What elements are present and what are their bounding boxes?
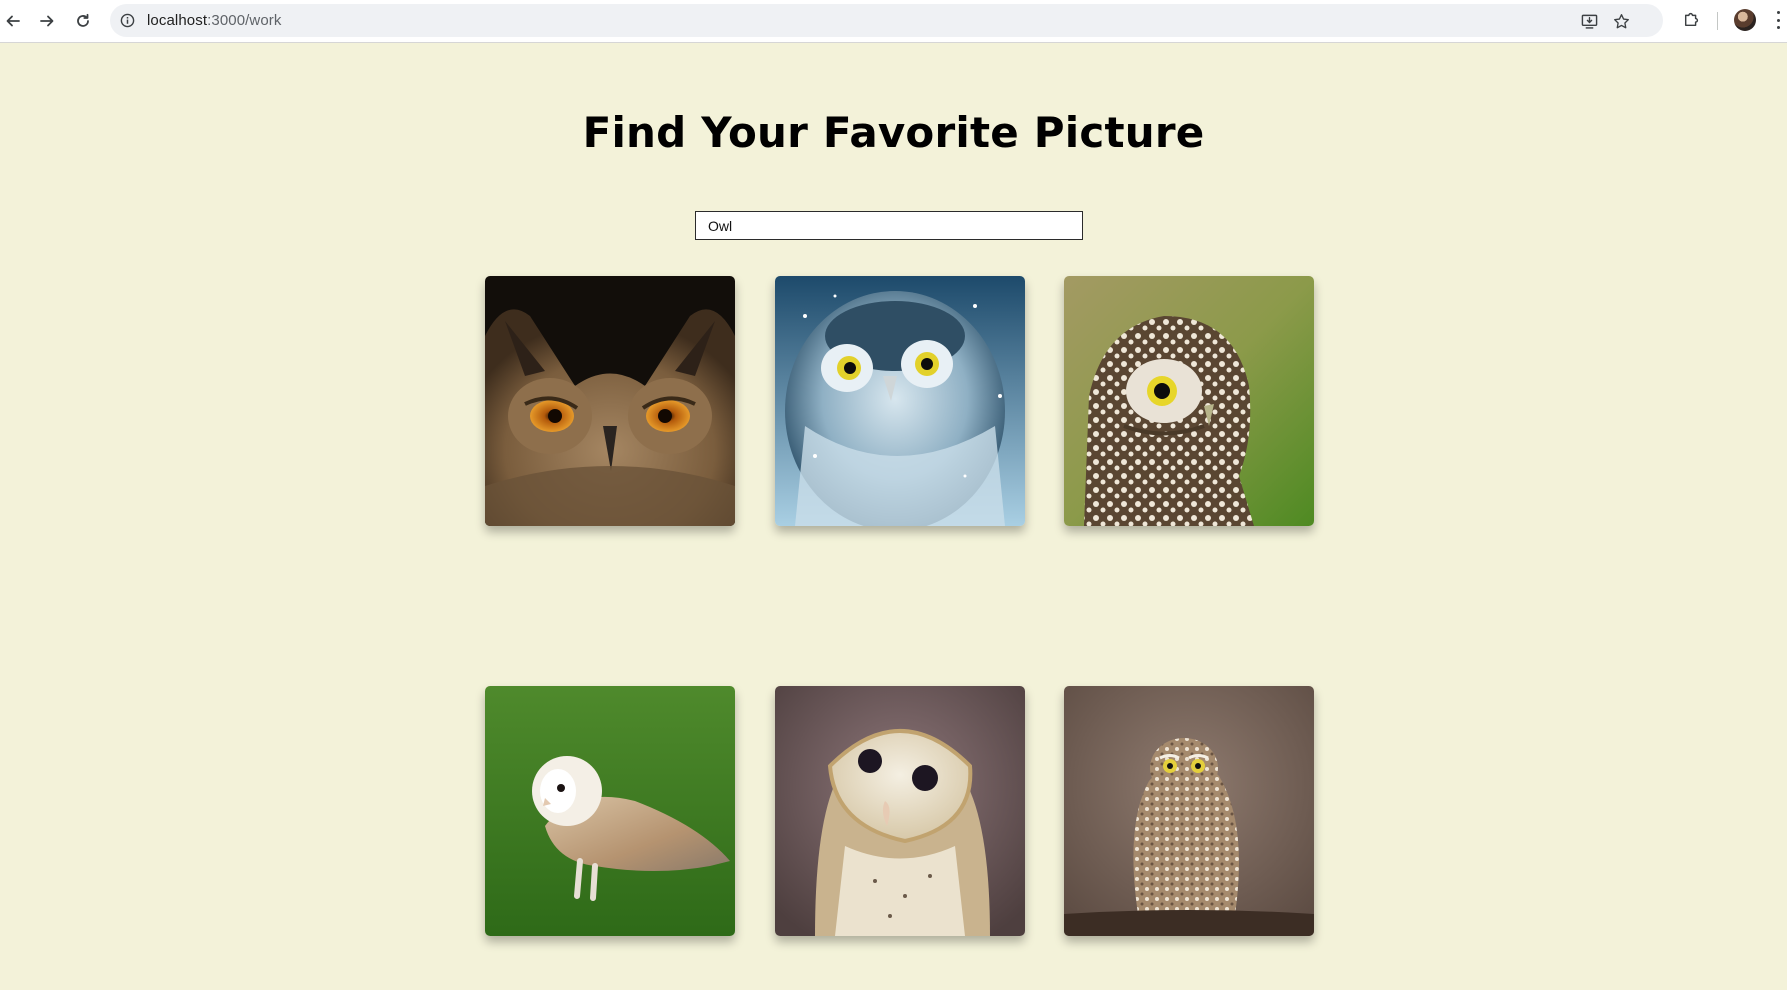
reload-button[interactable] <box>70 8 96 34</box>
burrowing-owl-image <box>1064 686 1314 936</box>
little-owl-image <box>1064 276 1314 526</box>
barn-owl-grass-image <box>485 686 735 936</box>
avatar[interactable] <box>1734 9 1756 31</box>
back-button[interactable] <box>0 8 26 34</box>
reload-icon <box>77 13 89 27</box>
image-card-barn-owl-portrait[interactable] <box>775 686 1025 936</box>
forward-button[interactable] <box>34 8 60 34</box>
url-text[interactable]: localhost:3000/work <box>147 12 281 29</box>
url-path: :3000/work <box>207 12 282 29</box>
page-title: Find Your Favorite Picture <box>582 108 1205 157</box>
arrow-left-icon <box>6 15 20 27</box>
install-app-icon[interactable] <box>1580 12 1598 30</box>
kebab-menu-icon[interactable] <box>1775 11 1781 29</box>
puzzle-icon[interactable] <box>1682 9 1702 29</box>
image-card-barn-owl-grass[interactable] <box>485 686 735 936</box>
image-card-eagle-owl[interactable] <box>485 276 735 526</box>
snowy-owl-image <box>775 276 1025 526</box>
arrow-right-icon <box>40 15 54 27</box>
barn-owl-portrait-image <box>775 686 1025 936</box>
star-icon[interactable] <box>1612 12 1630 30</box>
browser-toolbar: localhost:3000/work <box>0 0 1787 43</box>
info-icon[interactable] <box>119 12 136 29</box>
image-card-burrowing-owl[interactable] <box>1064 686 1314 936</box>
toolbar-divider <box>1717 12 1718 30</box>
image-card-snowy-hawk-owl[interactable] <box>775 276 1025 526</box>
image-card-little-owl[interactable] <box>1064 276 1314 526</box>
address-bar[interactable]: localhost:3000/work <box>110 4 1663 37</box>
search-input[interactable] <box>695 211 1083 240</box>
eagle-owl-image <box>485 276 735 526</box>
url-host: localhost <box>147 12 208 29</box>
